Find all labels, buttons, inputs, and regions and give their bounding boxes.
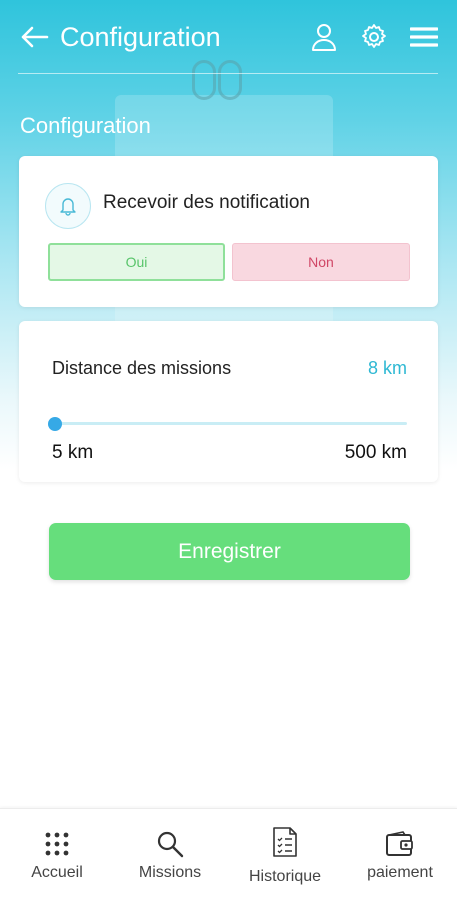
wallet-icon xyxy=(385,829,415,859)
distance-label: Distance des missions xyxy=(52,358,232,378)
nav-item-paiement[interactable]: paiement xyxy=(345,809,455,900)
distance-slider-thumb[interactable] xyxy=(48,417,63,431)
section-title: Configuration xyxy=(20,113,151,138)
top-app-bar: Configuration xyxy=(0,0,457,74)
save-button[interactable]: Enregistrer xyxy=(49,523,410,580)
nav-item-historique[interactable]: Historique xyxy=(230,809,340,900)
grid-icon xyxy=(42,829,72,859)
nav-label: Missions xyxy=(138,864,202,881)
nav-label: Accueil xyxy=(31,864,83,881)
no-button[interactable]: Non xyxy=(232,243,410,281)
page-title: Configuration xyxy=(60,21,221,52)
distance-slider-track[interactable] xyxy=(53,422,407,425)
user-icon[interactable] xyxy=(309,22,339,52)
back-arrow-icon[interactable] xyxy=(18,21,50,53)
yes-button[interactable]: Oui xyxy=(48,243,225,281)
distance-max-label: 500 km xyxy=(344,442,407,463)
distance-value: 8 km xyxy=(367,358,407,378)
distance-min-label: 5 km xyxy=(52,442,94,463)
bell-icon xyxy=(45,183,91,229)
menu-icon[interactable] xyxy=(409,22,439,52)
nav-item-accueil[interactable]: Accueil xyxy=(2,809,112,900)
header-divider xyxy=(18,73,438,74)
nav-label: Historique xyxy=(248,868,322,885)
bottom-navigation: Accueil Missions Historique paiement xyxy=(0,808,457,900)
gear-icon[interactable] xyxy=(359,22,389,52)
nav-item-missions[interactable]: Missions xyxy=(115,809,225,900)
notification-label: Recevoir des notification xyxy=(103,192,310,213)
nav-label: paiement xyxy=(367,864,433,881)
checklist-document-icon xyxy=(270,827,300,857)
distance-card: Distance des missions 8 km 5 km 500 km xyxy=(19,321,438,482)
search-icon xyxy=(155,829,185,859)
notification-card: Recevoir des notification Oui Non xyxy=(19,156,438,307)
